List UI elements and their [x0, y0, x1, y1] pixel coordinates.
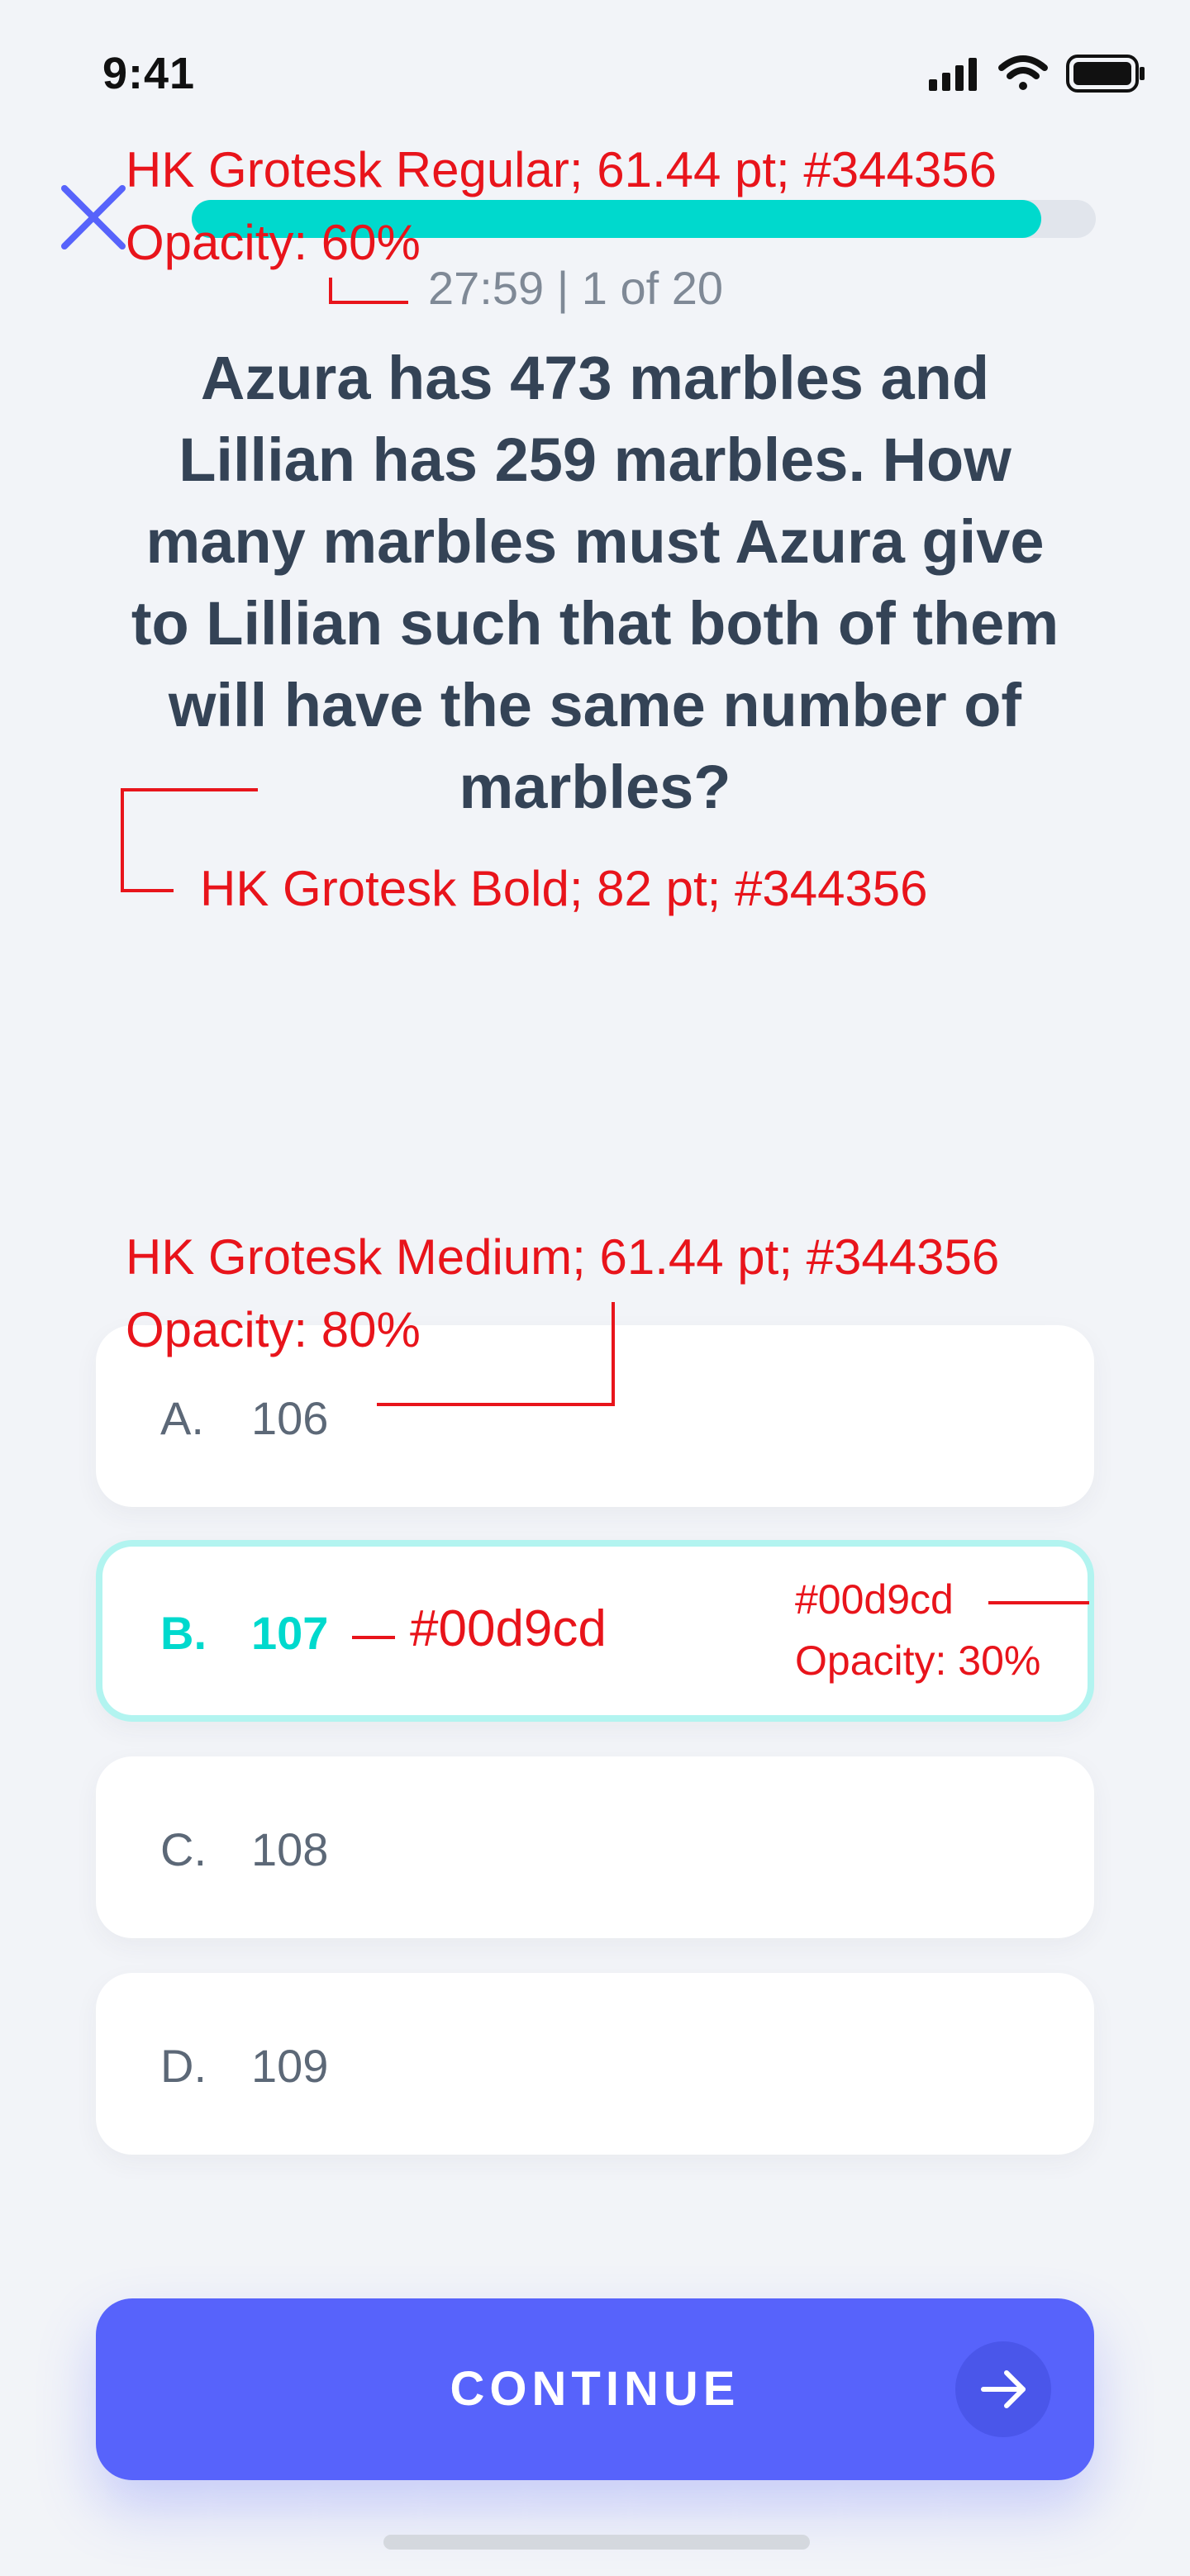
option-letter: A. [160, 1392, 204, 1444]
status-icons [929, 51, 1145, 96]
close-button[interactable] [60, 183, 127, 251]
option-c[interactable]: C. 108 [96, 1756, 1094, 1938]
option-value: 109 [251, 2040, 329, 2092]
annotation-selected-border-opacity: Opacity: 30% [795, 1637, 1041, 1684]
arrow-right-icon [955, 2341, 1051, 2437]
battery-icon [1066, 55, 1145, 93]
option-value: 106 [251, 1392, 329, 1444]
annotation-question-spec: HK Grotesk Bold; 82 pt; #344356 [200, 861, 928, 916]
continue-label: CONTINUE [450, 2362, 740, 2416]
annotation-selected-text-color: #00d9cd [410, 1600, 607, 1657]
annotation-selected-border-color: #00d9cd [795, 1576, 954, 1623]
home-indicator [383, 2535, 810, 2550]
continue-button[interactable]: CONTINUE [96, 2298, 1094, 2480]
signal-icon [929, 58, 977, 91]
annotation-timer-spec: HK Grotesk Regular; 61.44 pt; #344356 [126, 142, 997, 197]
question-text: Azura has 473 marbles and Lillian has 25… [131, 344, 1059, 821]
wifi-icon [998, 55, 1048, 90]
annotation-option-spec: HK Grotesk Medium; 61.44 pt; #344356 [126, 1229, 1000, 1285]
close-icon [61, 185, 126, 250]
option-letter: D. [160, 2040, 207, 2092]
option-letter: B. [160, 1607, 207, 1659]
status-time: 9:41 [102, 49, 196, 98]
option-value: 107 [251, 1607, 329, 1659]
option-letter: C. [160, 1823, 207, 1875]
annotation-timer-opacity: Opacity: 60% [126, 215, 421, 270]
annotation-option-opacity: Opacity: 80% [126, 1302, 421, 1357]
option-value: 108 [251, 1823, 329, 1875]
timer-and-question-count: 27:59 | 1 of 20 [428, 262, 724, 314]
option-d[interactable]: D. 109 [96, 1973, 1094, 2155]
